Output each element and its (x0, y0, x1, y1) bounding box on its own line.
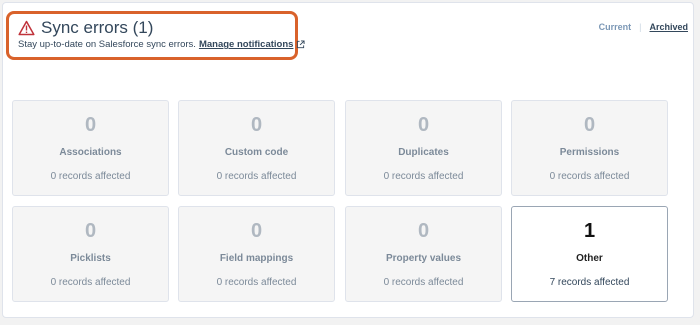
card-count: 0 (417, 114, 430, 136)
card-label: Custom code (224, 147, 289, 158)
tab-archived[interactable]: Archived (649, 22, 688, 32)
card-affected: 0 records affected (383, 277, 464, 288)
card-label: Associations (59, 147, 122, 158)
warning-triangle-icon (18, 20, 35, 36)
card-affected: 0 records affected (216, 171, 297, 182)
card-label: Field mappings (219, 253, 294, 264)
card-count: 0 (417, 220, 430, 242)
card-label: Other (576, 253, 603, 264)
external-link-icon[interactable] (296, 40, 305, 49)
card-count: 0 (583, 114, 596, 136)
page-title: Sync errors (1) (41, 18, 154, 37)
error-card-associations[interactable]: 0 Associations 0 records affected (12, 100, 169, 196)
tab-current[interactable]: Current (599, 22, 632, 32)
card-label: Property values (385, 253, 462, 264)
card-affected: 0 records affected (216, 277, 297, 288)
card-affected: 0 records affected (50, 171, 131, 182)
card-count: 0 (250, 220, 263, 242)
error-card-custom-code[interactable]: 0 Custom code 0 records affected (178, 100, 335, 196)
error-card-permissions[interactable]: 0 Permissions 0 records affected (511, 100, 668, 196)
card-count: 0 (84, 114, 97, 136)
error-card-duplicates[interactable]: 0 Duplicates 0 records affected (345, 100, 502, 196)
view-toggle: Current | Archived (599, 22, 688, 32)
card-count: 0 (250, 114, 263, 136)
card-label: Permissions (559, 147, 620, 158)
card-label: Picklists (70, 253, 111, 264)
header-title-row: Sync errors (1) (18, 16, 153, 40)
card-count: 0 (84, 220, 97, 242)
card-affected: 7 records affected (549, 277, 630, 288)
card-count: 1 (583, 220, 596, 242)
manage-notifications-link[interactable]: Manage notifications (199, 39, 293, 50)
toggle-separator: | (639, 22, 642, 32)
header-subtitle: Stay up-to-date on Salesforce sync error… (18, 39, 305, 50)
card-affected: 0 records affected (549, 171, 630, 182)
error-card-picklists[interactable]: 0 Picklists 0 records affected (12, 206, 169, 302)
card-affected: 0 records affected (50, 277, 131, 288)
card-affected: 0 records affected (383, 171, 464, 182)
subtitle-text: Stay up-to-date on Salesforce sync error… (18, 39, 196, 50)
card-label: Duplicates (398, 147, 449, 158)
error-card-property-values[interactable]: 0 Property values 0 records affected (345, 206, 502, 302)
error-card-other[interactable]: 1 Other 7 records affected (511, 206, 668, 302)
error-card-field-mappings[interactable]: 0 Field mappings 0 records affected (178, 206, 335, 302)
